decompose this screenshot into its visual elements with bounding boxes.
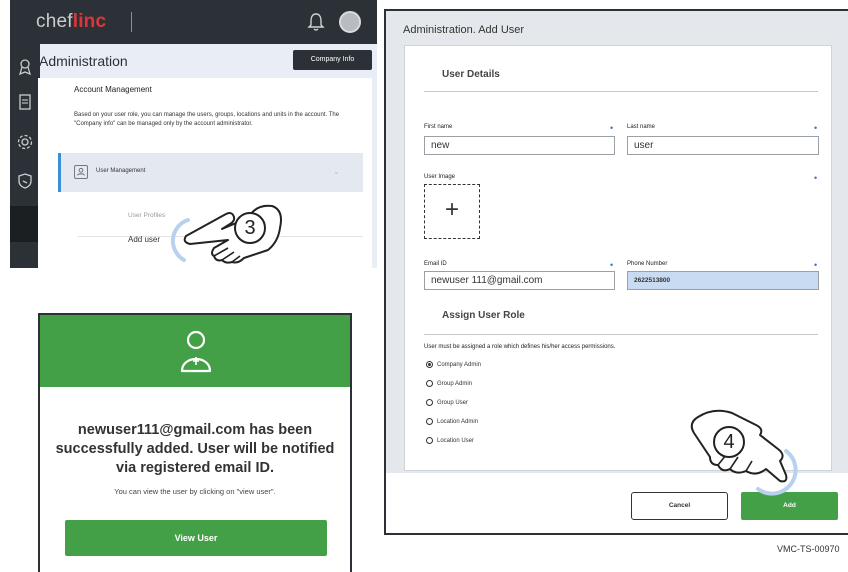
role-option-location-admin[interactable]: Location Admin	[426, 418, 478, 425]
radio[interactable]	[426, 399, 433, 406]
radio[interactable]	[426, 437, 433, 444]
success-dialog: newuser111@gmail.com has been successful…	[38, 313, 352, 572]
company-info-button[interactable]: Company Info	[293, 50, 372, 70]
divider	[424, 91, 818, 92]
required-marker: •	[610, 123, 614, 133]
chevron-down-icon[interactable]: ⌄	[333, 167, 340, 176]
step-4-callout: 4	[713, 426, 745, 458]
user-icon	[74, 165, 88, 179]
user-image-label: User Image	[424, 174, 456, 180]
role-label: Company Admin	[437, 362, 482, 369]
success-message: newuser111@gmail.com has been successful…	[55, 422, 335, 476]
user-icon	[180, 330, 212, 373]
logo-part-2: linc	[72, 11, 107, 32]
role-option-group-admin[interactable]: Group Admin	[426, 380, 472, 387]
document-icon[interactable]	[15, 92, 35, 112]
sidebar-active-item[interactable]	[10, 206, 40, 242]
radio[interactable]	[426, 380, 433, 387]
required-marker: •	[814, 123, 818, 133]
required-marker: •	[814, 260, 818, 270]
chef-linc-logo: cheflinc	[36, 11, 106, 33]
last-name-label: Last name	[627, 124, 656, 130]
last-name-field[interactable]: user	[627, 136, 819, 155]
cancel-button[interactable]: Cancel	[631, 492, 728, 520]
divider	[424, 334, 818, 335]
shield-icon[interactable]	[15, 171, 35, 191]
first-name-field[interactable]: new	[424, 136, 615, 155]
success-sub-message: You can view the user by clicking on "vi…	[114, 487, 276, 496]
sidebar	[10, 44, 40, 268]
role-option-location-user[interactable]: Location User	[426, 437, 474, 444]
phone-field[interactable]: 2622513800	[627, 271, 819, 290]
dialog-title: Administration. Add User	[403, 24, 525, 36]
plus-icon: +	[444, 196, 459, 223]
user-management-label: User Management	[96, 168, 146, 174]
required-marker: •	[610, 260, 614, 270]
role-label: Group User	[437, 400, 469, 407]
user-image-upload[interactable]: +	[424, 184, 480, 239]
logo-part-1: chef	[36, 11, 73, 32]
role-note: User must be assigned a role which defin…	[424, 344, 616, 350]
account-management-title: Account Management	[74, 85, 152, 94]
add-user-dialog: Administration. Add User User Details Fi…	[384, 9, 848, 535]
required-marker: •	[814, 173, 818, 183]
user-details-title: User Details	[442, 69, 500, 80]
role-label: Location Admin	[437, 419, 479, 426]
account-management-description: Based on your user role, you can manage …	[74, 112, 340, 127]
email-label: Email ID	[424, 261, 447, 267]
role-label: Group Admin	[437, 381, 473, 388]
reference-code: VMC-TS-00970	[777, 544, 840, 554]
user-profiles-link[interactable]: User Profiles	[128, 212, 165, 219]
avatar[interactable]	[339, 11, 361, 33]
first-name-label: First name	[424, 124, 453, 130]
divider	[131, 12, 132, 32]
page-title: Administration	[39, 53, 128, 69]
phone-label: Phone Number	[627, 261, 668, 267]
bell-icon[interactable]	[306, 12, 326, 32]
award-icon[interactable]	[15, 57, 35, 77]
radio[interactable]	[426, 418, 433, 425]
role-option-group-user[interactable]: Group User	[426, 399, 468, 406]
role-label: Location User	[437, 438, 475, 445]
radio-selected[interactable]	[426, 361, 433, 368]
email-field[interactable]: newuser 111@gmail.com	[424, 271, 615, 290]
add-user-link[interactable]: Add user	[128, 235, 160, 244]
role-option-company-admin[interactable]: Company Admin	[426, 361, 481, 368]
assign-role-title: Assign User Role	[442, 310, 525, 321]
view-user-button[interactable]: View User	[65, 520, 327, 556]
gear-icon[interactable]	[15, 132, 35, 152]
step-3-callout: 3	[234, 212, 266, 244]
